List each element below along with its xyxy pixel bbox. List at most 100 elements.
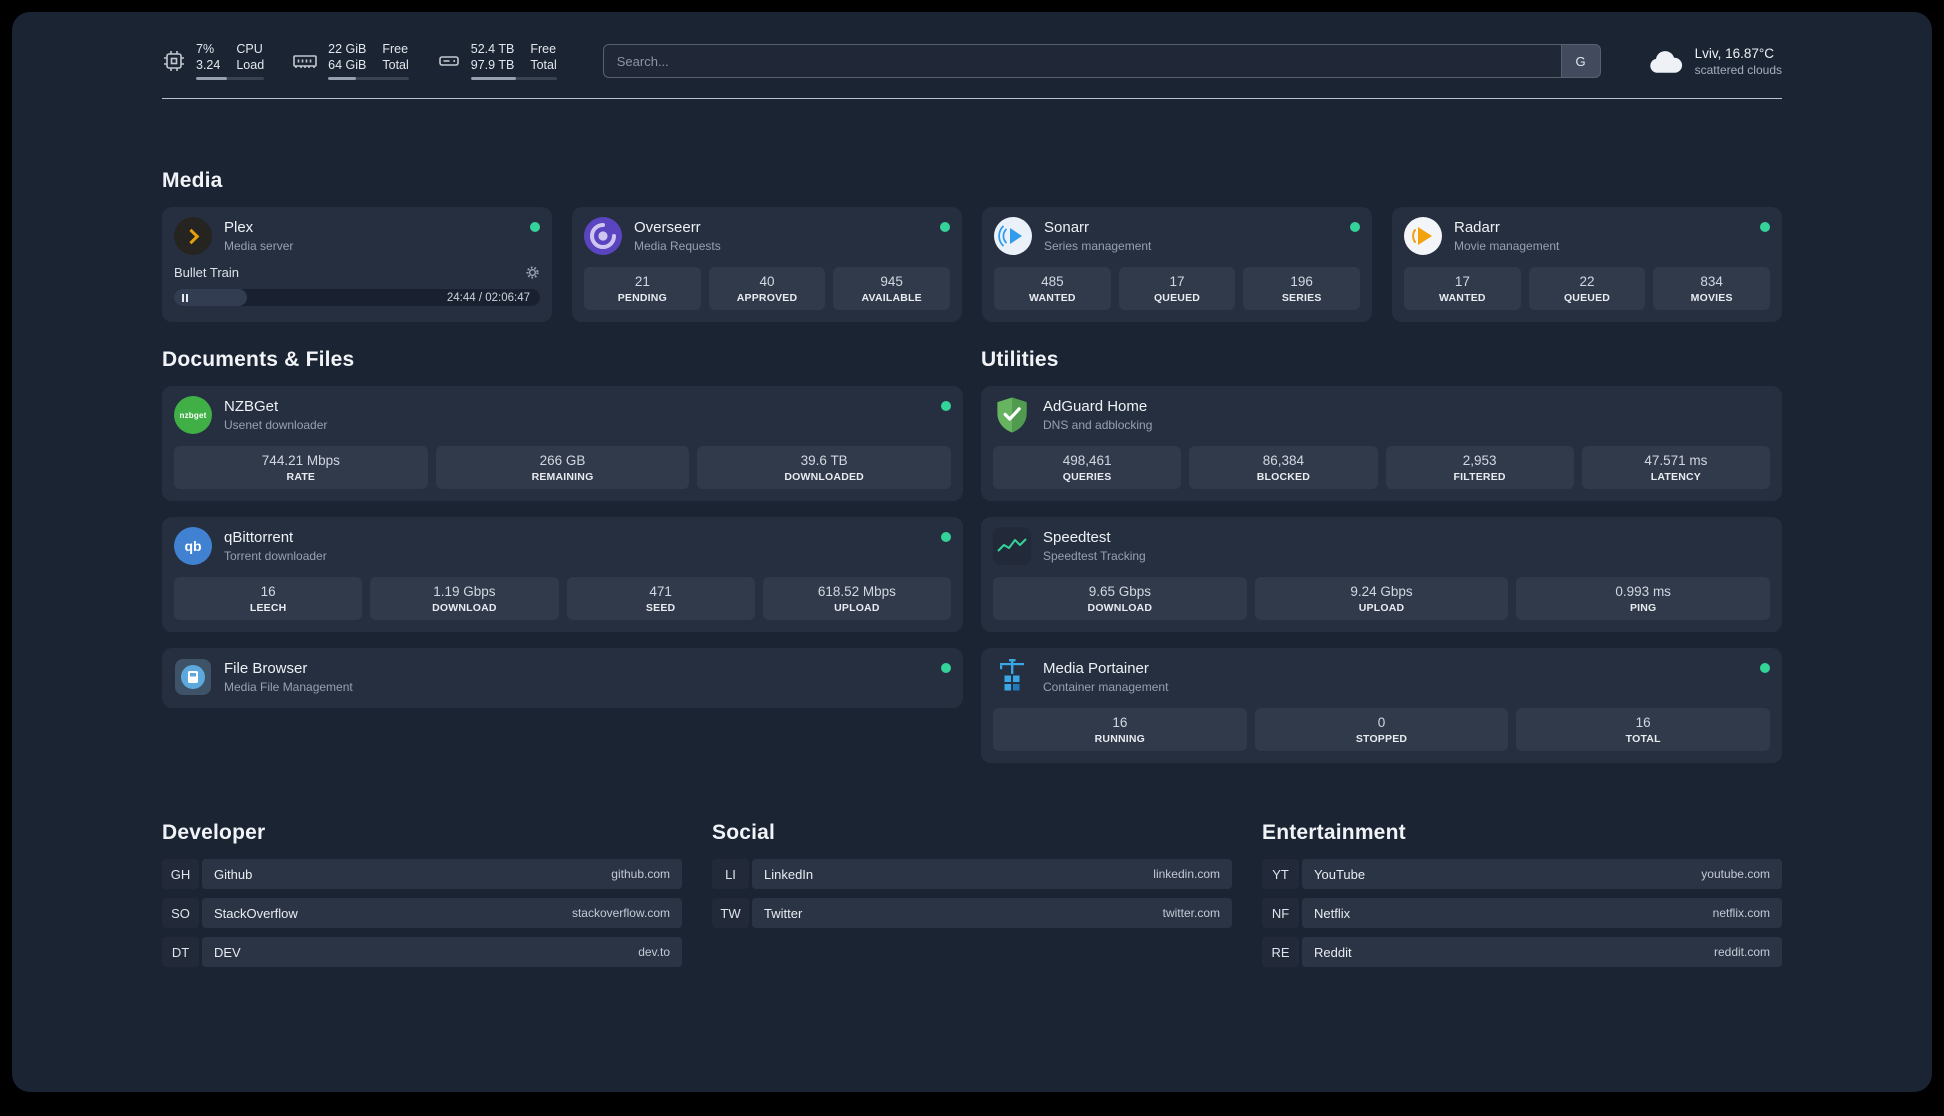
bookmark-domain: youtube.com [1701,867,1770,881]
service-card-qbittorrent[interactable]: qb qBittorrent Torrent downloader 16 LEE… [162,517,963,632]
bookmark-abbr: NF [1262,898,1299,928]
stat-upload: 9.24 Gbps UPLOAD [1254,577,1509,620]
bookmark-name: DEV [214,944,241,960]
bookmark-group-social: Social LI LinkedIn linkedin.com TW Twitt… [712,821,1232,976]
disk-free-label: Free [530,42,557,56]
status-dot [1760,222,1770,232]
stat-seed: 471 SEED [566,577,755,620]
service-name: Sonarr [1044,219,1090,236]
bookmark-domain: linkedin.com [1153,867,1220,881]
section-title-documents: Documents & Files [162,348,355,371]
bookmark-name: YouTube [1314,866,1366,882]
sonarr-icon [994,217,1032,255]
search-bar: G [602,44,1601,78]
bookmark-stackoverflow[interactable]: SO StackOverflow stackoverflow.com [162,898,682,928]
bookmark-abbr: SO [162,898,199,928]
cloud-icon [1649,50,1682,73]
stat-queries: 498,461 QUERIES [993,446,1182,489]
bookmark-group-developer: Developer GH Github github.com SO StackO… [162,821,682,976]
bookmark-name: LinkedIn [764,866,814,882]
bookmark-name: Netflix [1314,905,1351,921]
disk-total-value: 97.9 TB [470,58,515,72]
weather-condition: scattered clouds [1694,62,1782,77]
service-card-portainer[interactable]: Media Portainer Container management 16 … [981,648,1782,763]
bookmark-name: StackOverflow [214,905,298,921]
service-card-adguard[interactable]: AdGuard Home DNS and adblocking 498,461 … [981,386,1782,501]
playback-progress-bar: 24:44 / 02:06:47 [174,289,540,306]
bookmark-domain: netflix.com [1712,906,1770,920]
bookmark-linkedin[interactable]: LI LinkedIn linkedin.com [712,859,1232,889]
section-media: Media Plex Media server Bullet Train 24:… [162,169,1782,322]
bookmark-reddit[interactable]: RE Reddit reddit.com [1262,937,1782,967]
header-divider [162,98,1782,99]
service-description: Container management [1043,680,1169,694]
disk-usage-bar [470,77,557,80]
top-bar: 7% CPU 3.24 Load 22 GiB Free 64 GiB Tota… [162,42,1782,80]
nzbget-icon: nzbget [174,396,212,434]
stat-queued: 22 QUEUED [1528,267,1646,310]
stat-approved: 40 APPROVED [708,267,826,310]
bookmark-github[interactable]: GH Github github.com [162,859,682,889]
section-utilities: Utilities AdGuard Home DNS and adblockin… [981,348,1782,763]
service-card-radarr[interactable]: Radarr Movie management 17 WANTED 22 QUE… [1392,207,1782,322]
disk-total-label: Total [530,58,557,72]
bookmark-twitter[interactable]: TW Twitter twitter.com [712,898,1232,928]
disk-icon [438,56,459,66]
cpu-usage-value: 7% [196,42,215,56]
service-description: Speedtest Tracking [1043,549,1146,563]
section-title-utilities: Utilities [981,348,1059,371]
stat-running: 16 RUNNING [993,708,1247,751]
service-description: Media server [224,239,294,253]
status-dot [941,401,951,411]
stat-ping: 0.993 ms PING [1516,577,1771,620]
stat-pending: 21 PENDING [584,267,701,310]
search-input[interactable] [602,44,1561,78]
disk-free-value: 52.4 TB [470,42,515,56]
cpu-widget: 7% CPU 3.24 Load [162,42,265,80]
service-card-speedtest[interactable]: Speedtest Speedtest Tracking 9.65 Gbps D… [981,517,1782,632]
weather-widget[interactable]: Lviv, 16.87°C scattered clouds [1647,46,1782,77]
filebrowser-icon [174,658,212,696]
service-description: Media Requests [634,239,721,253]
weather-location: Lviv, 16.87°C [1694,45,1775,61]
bookmark-abbr: YT [1262,859,1299,889]
bookmark-abbr: LI [712,859,749,889]
service-description: Torrent downloader [224,549,327,563]
disk-widget: 52.4 TB Free 97.9 TB Total [437,42,557,80]
stat-download: 9.65 Gbps DOWNLOAD [993,577,1247,620]
bookmark-abbr: DT [162,937,199,967]
memory-icon [293,55,317,68]
service-card-filebrowser[interactable]: File Browser Media File Management [162,648,963,708]
stat-wanted: 485 WANTED [994,267,1111,310]
bookmark-domain: stackoverflow.com [571,906,670,920]
bookmark-netflix[interactable]: NF Netflix netflix.com [1262,898,1782,928]
bookmark-dev[interactable]: DT DEV dev.to [162,937,682,967]
stat-leech: 16 LEECH [174,577,363,620]
bookmark-abbr: GH [162,859,199,889]
search-provider-button[interactable]: G [1560,44,1601,78]
qbittorrent-icon: qb [174,527,212,565]
bookmark-name: Github [214,866,253,882]
service-name: Radarr [1454,219,1500,236]
now-playing-title: Bullet Train [174,265,240,280]
memory-widget: 22 GiB Free 64 GiB Total [292,42,409,80]
service-name: Speedtest [1043,529,1111,546]
bookmark-name: Twitter [764,905,803,921]
service-card-overseerr[interactable]: Overseerr Media Requests 21 PENDING 40 A… [572,207,962,322]
bookmark-youtube[interactable]: YT YouTube youtube.com [1262,859,1782,889]
stat-latency: 47.571 ms LATENCY [1581,446,1770,489]
service-card-plex[interactable]: Plex Media server Bullet Train 24:44 / 0… [162,207,552,322]
section-title-entertainment: Entertainment [1262,821,1406,844]
service-card-nzbget[interactable]: nzbget NZBGet Usenet downloader 744.21 M… [162,386,963,501]
section-title-social: Social [712,821,776,844]
status-dot [941,532,951,542]
stat-stopped: 0 STOPPED [1254,708,1509,751]
service-name: Overseerr [634,219,701,236]
service-description: Series management [1044,239,1152,253]
plex-icon [174,217,212,255]
overseerr-icon [584,217,622,255]
service-card-sonarr[interactable]: Sonarr Series management 485 WANTED 17 Q… [982,207,1372,322]
stat-total: 16 TOTAL [1516,708,1771,751]
cpu-load-label: Load [236,58,265,72]
player-settings-button[interactable] [525,265,540,280]
